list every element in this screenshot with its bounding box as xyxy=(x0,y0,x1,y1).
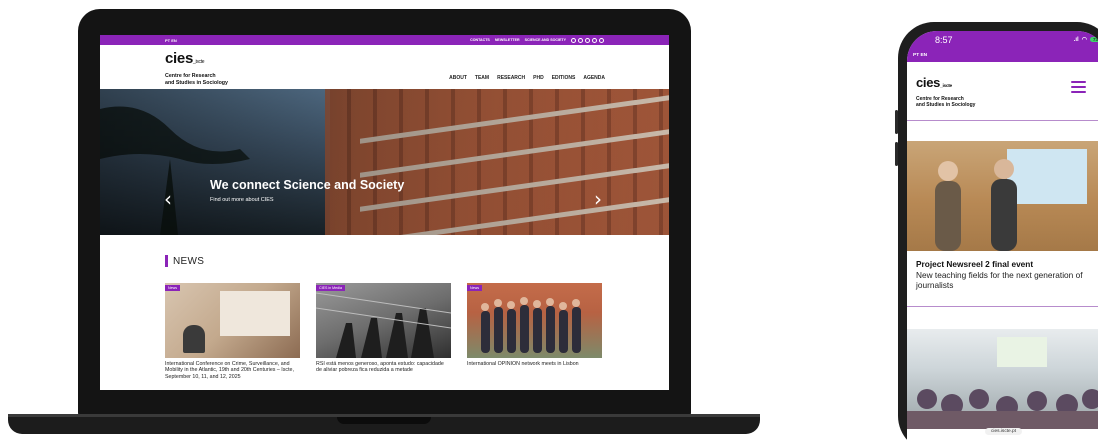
group-photo-image xyxy=(481,297,581,353)
mobile-news-title[interactable]: Project Newsreel 2 final event xyxy=(916,259,1033,269)
logo-suffix: _iscte xyxy=(193,59,205,65)
hero-subtitle-link[interactable]: Find out more about CIES xyxy=(210,197,274,203)
main-nav: ABOUT TEAM RESEARCH PHD EDITIONS AGENDA xyxy=(449,75,605,81)
top-links: CONTACTS NEWSLETTER SCIENCE AND SOCIETY xyxy=(470,37,604,43)
facebook-icon[interactable] xyxy=(571,37,576,43)
mobile-news-subtitle: New teaching fields for the next generat… xyxy=(916,270,1083,290)
social-icons xyxy=(571,37,604,43)
mockup-stage: PT EN CONTACTS NEWSLETTER SCIENCE AND SO… xyxy=(0,0,1098,441)
twitter-icon[interactable] xyxy=(578,37,583,43)
news-card-image: News xyxy=(467,283,602,358)
language-switcher[interactable]: PT EN xyxy=(165,38,177,43)
nav-phd[interactable]: PHD xyxy=(533,75,544,81)
news-card[interactable]: News International OPINION network meets… xyxy=(467,283,602,367)
news-card[interactable]: News International Conference on Crime, … xyxy=(165,283,300,380)
news-heading: NEWS xyxy=(165,255,204,267)
chevron-right-icon[interactable]: › xyxy=(594,189,602,209)
desktop-website: PT EN CONTACTS NEWSLETTER SCIENCE AND SO… xyxy=(100,35,669,390)
phone-volume-button xyxy=(895,110,898,134)
status-time: 8:57 xyxy=(935,35,953,45)
hero-title: We connect Science and Society xyxy=(210,178,405,192)
nav-agenda[interactable]: AGENDA xyxy=(583,75,605,81)
news-card-image: CIES in Media xyxy=(316,283,451,358)
signal-icon: .ıl xyxy=(1073,36,1079,43)
youtube-icon[interactable] xyxy=(585,37,590,43)
linkedin-icon[interactable] xyxy=(599,37,604,43)
top-link-newsletter[interactable]: NEWSLETTER xyxy=(495,38,520,42)
news-card-title[interactable]: International OPINION network meets in L… xyxy=(467,361,602,367)
crowd-image xyxy=(907,337,1098,429)
news-card-tag: CIES in Media xyxy=(316,285,345,291)
mobile-language-switcher[interactable]: PT EN xyxy=(913,53,927,58)
news-card-tag: News xyxy=(467,285,482,291)
desktop-top-bar: PT EN CONTACTS NEWSLETTER SCIENCE AND SO… xyxy=(100,35,669,45)
wifi-icon: ◠ xyxy=(1081,37,1087,43)
news-card[interactable]: CIES in Media RSI está menos generoso, a… xyxy=(316,283,451,374)
news-card-image: News xyxy=(165,283,300,358)
news-section: NEWS News International Conference on Cr… xyxy=(100,235,669,390)
laptop-hinge-notch xyxy=(337,417,431,424)
status-icons: .ıl ◠ 73 xyxy=(1074,36,1098,43)
battery-icon: 73 xyxy=(1089,37,1098,42)
poster-image xyxy=(220,291,290,336)
nav-editions[interactable]: EDITIONS xyxy=(552,75,576,81)
desktop-header: cies_iscte Centre for Research and Studi… xyxy=(100,45,669,89)
mobile-logo-wordmark: cies_iscte xyxy=(916,75,952,90)
chevron-left-icon[interactable]: ‹ xyxy=(164,189,172,209)
nav-team[interactable]: TEAM xyxy=(475,75,489,81)
mobile-logo-suffix: _iscte xyxy=(940,84,952,89)
shadow-figures-image xyxy=(316,292,451,358)
nav-research[interactable]: RESEARCH xyxy=(497,75,525,81)
news-card-tag: News xyxy=(165,285,180,291)
news-card-title[interactable]: International Conference on Crime, Surve… xyxy=(165,361,300,380)
mobile-header: cies_iscte Centre for Research and Studi… xyxy=(907,62,1098,120)
hero-banner: We connect Science and Society Find out … xyxy=(100,89,669,235)
mobile-status-bar: 8:57 .ıl ◠ 73 PT EN xyxy=(907,31,1098,62)
mobile-website: 8:57 .ıl ◠ 73 PT EN cies_iscte Centre fo… xyxy=(907,31,1098,441)
speakers-image xyxy=(935,159,1017,251)
nav-about[interactable]: ABOUT xyxy=(449,75,467,81)
mobile-news-image-2[interactable] xyxy=(907,329,1098,429)
news-heading-accent xyxy=(165,255,168,267)
person-image xyxy=(183,325,205,353)
site-logo[interactable]: cies_iscte Centre for Research and Studi… xyxy=(165,51,228,86)
news-card-title[interactable]: RSI está menos generoso, aponta estudo: … xyxy=(316,361,451,374)
top-link-science-society[interactable]: SCIENCE AND SOCIETY xyxy=(525,38,566,42)
mobile-divider xyxy=(907,120,1098,121)
mobile-site-logo[interactable]: cies_iscte Centre for Research and Studi… xyxy=(916,76,975,108)
hamburger-menu-icon[interactable] xyxy=(1071,81,1086,93)
instagram-icon[interactable] xyxy=(592,37,597,43)
news-heading-text: NEWS xyxy=(173,255,205,267)
hero-overlay xyxy=(100,89,669,235)
top-link-contacts[interactable]: CONTACTS xyxy=(470,38,490,42)
mobile-news-image[interactable] xyxy=(907,141,1098,251)
logo-tagline: Centre for Research and Studies in Socio… xyxy=(165,73,228,86)
mobile-url-bar[interactable]: cies.iscte.pt xyxy=(985,428,1023,435)
mobile-logo-tagline: Centre for Research and Studies in Socio… xyxy=(916,96,976,108)
mobile-divider xyxy=(907,306,1098,307)
logo-wordmark: cies_iscte xyxy=(165,50,205,67)
phone-volume-button xyxy=(895,142,898,166)
